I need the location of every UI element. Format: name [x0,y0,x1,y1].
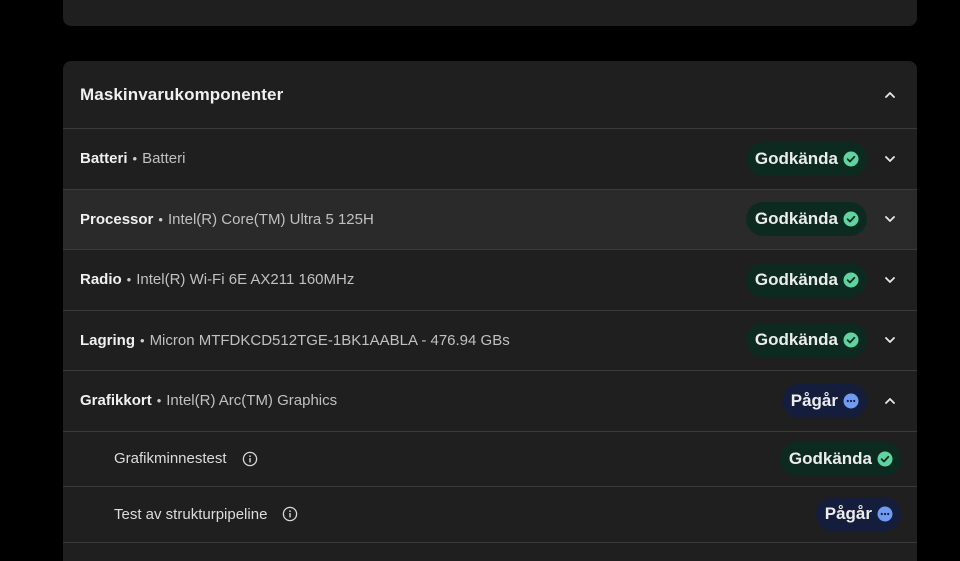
status-badge: Godkända [745,141,867,176]
chevron-up-icon[interactable] [879,84,901,106]
subtest-row-memory: Grafikminnestest Godkända [63,432,917,487]
component-detail: Intel(R) Wi-Fi 6E AX211 160MHz [136,271,355,289]
component-detail: Intel(R) Core(TM) Ultra 5 125H [167,210,374,228]
subtest-name: Test av strukturpipeline [114,505,268,523]
panel-title: Maskinvarukomponenter [80,84,284,104]
status-badge: Godkända [779,441,901,476]
component-row-radio[interactable]: Radio • Intel(R) Wi-Fi 6E AX211 160MHz G… [63,250,917,311]
status-label: Pågår [824,504,872,524]
chevron-down-icon[interactable] [879,148,901,170]
component-row-graphics[interactable]: Grafikkort • Intel(R) Arc(TM) Graphics P… [63,371,917,432]
status-label: Godkända [754,148,838,168]
separator: • [158,211,163,227]
separator: • [156,393,162,409]
separator: • [126,272,132,288]
component-name: Lagring [80,331,135,349]
status-badge: Godkända [745,323,867,358]
component-name: Processor [80,210,154,228]
chevron-down-icon[interactable] [879,329,901,351]
separator: • [140,332,145,348]
status-label: Godkända [788,448,872,468]
status-label: Pågår [790,390,838,410]
status-label: Godkända [754,330,838,350]
check-circle-icon [843,151,859,167]
panel-header[interactable]: Maskinvarukomponenter [63,61,917,129]
info-icon[interactable] [242,451,258,467]
separator: • [132,151,138,167]
previous-card [63,0,917,26]
component-row-storage[interactable]: Lagring • Micron MTFDKCD512TGE-1BK1AABLA… [63,311,917,371]
check-circle-icon [877,451,893,467]
check-circle-icon [843,211,859,227]
status-badge: Pågår [781,383,867,418]
component-row-battery[interactable]: Batteri • Batteri Godkända [63,129,917,190]
subtest-name: Grafikminnestest [114,450,227,468]
component-name: Radio [80,271,122,289]
hardware-components-panel: Maskinvarukomponenter Batteri • Batteri … [63,61,917,561]
status-badge: Godkända [745,202,867,237]
component-row-processor[interactable]: Processor • Intel(R) Core(TM) Ultra 5 12… [63,189,917,250]
component-detail: Batteri [142,150,186,168]
check-circle-icon [843,272,859,288]
more-circle-icon [843,393,859,409]
status-label: Godkända [754,269,838,289]
chevron-down-icon[interactable] [879,269,901,291]
component-detail: Intel(R) Arc(TM) Graphics [166,392,338,410]
status-badge: Pågår [815,497,901,532]
status-badge: Godkända [745,262,867,297]
more-circle-icon [877,506,893,522]
subtest-row-texture-pipeline: Test av strukturpipeline Pågår [63,487,917,543]
component-name: Grafikkort [80,392,152,410]
check-circle-icon [843,332,859,348]
chevron-down-icon[interactable] [879,208,901,230]
info-icon[interactable] [282,506,298,522]
status-label: Godkända [754,209,838,229]
component-name: Batteri [80,150,128,168]
chevron-up-icon[interactable] [879,390,901,412]
component-detail: Micron MTFDKCD512TGE-1BK1AABLA - 476.94 … [149,331,510,349]
